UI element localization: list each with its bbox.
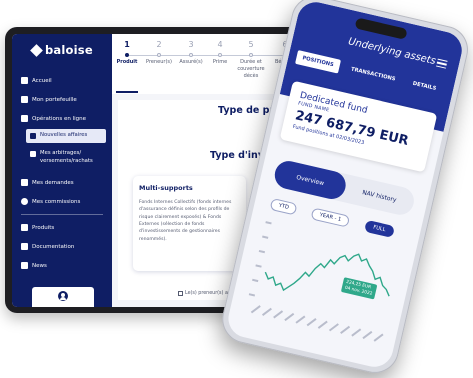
folder-icon (21, 224, 28, 231)
sidebar-item-label: Accueil (32, 77, 52, 84)
clock-icon (21, 198, 28, 205)
sidebar-item-label: Mes demandes (32, 179, 74, 186)
sidebar-item-commissions[interactable]: Mes commissions (21, 198, 80, 205)
multi-supports-card[interactable]: Multi-supports Fonds Internes Collectifs… (133, 176, 246, 271)
sidebar-item-news[interactable]: News (21, 262, 47, 269)
book-icon (21, 243, 28, 250)
card-description: Fonds Internes Collectifs (fonds interne… (139, 200, 232, 242)
step-dot (249, 53, 253, 57)
x-tick-label (373, 333, 384, 342)
user-icon (58, 291, 68, 301)
nav-series-line (264, 253, 390, 297)
screen-title: Underlying assets (347, 36, 437, 68)
x-tick-label (284, 312, 295, 322)
sidebar-item-label: Mes commissions (32, 198, 81, 205)
range-full-button[interactable]: FULL (364, 219, 395, 238)
x-tick-label (273, 310, 284, 319)
sidebar-item-online-operations[interactable]: Opérations en ligne (21, 115, 86, 122)
sidebar-item-label: Mes arbitrages/ versements/rachats (40, 150, 93, 164)
overview-button[interactable]: Overview (271, 158, 349, 202)
step-number: 4 (217, 40, 223, 49)
profile-button[interactable] (32, 287, 94, 307)
step-dot (189, 53, 193, 57)
sidebar-item-requests[interactable]: Mes demandes (21, 179, 74, 186)
clipboard-icon (21, 179, 28, 186)
step-label: Preneur(s) (146, 59, 172, 65)
logo-mark-icon (30, 43, 43, 57)
active-step-indicator (116, 91, 138, 93)
sidebar-item-label: Mon portefeuille (32, 96, 77, 103)
news-icon (21, 262, 28, 269)
step-number: 3 (188, 40, 194, 49)
transfer-icon (21, 115, 28, 122)
x-tick-label (306, 318, 317, 327)
card-title: Multi-supports (139, 184, 193, 192)
sidebar-divider (21, 214, 103, 215)
step-duration[interactable]: 5 Durée et couverture décès (234, 40, 268, 79)
tab-positions[interactable]: POSITIONS (295, 50, 341, 74)
step-label: Prime (212, 59, 228, 65)
x-tick-label (362, 330, 373, 340)
y-tick-label (258, 249, 266, 254)
y-tick-label (262, 235, 269, 239)
step-dot (125, 53, 129, 57)
step-label: Assuré(s) (179, 59, 203, 65)
phone-notch (354, 17, 408, 40)
range-year-button[interactable]: YEAR - 1 (310, 207, 351, 228)
x-tick-label (351, 328, 362, 337)
step-insured[interactable]: 3 Assuré(s) (176, 40, 206, 66)
y-tick-label (252, 278, 259, 283)
tab-transactions[interactable]: TRANSACTIONS (344, 61, 403, 88)
sidebar-item-label: Documentation (32, 243, 75, 250)
tab-details[interactable]: DETAILS (405, 75, 443, 97)
step-number: 1 (124, 40, 130, 49)
x-tick-label (295, 315, 306, 324)
nav-line-chart (248, 221, 390, 342)
brand-logo[interactable]: baloise (30, 43, 93, 57)
sidebar: baloise Accueil Mon portefeuille Opérati… (12, 34, 112, 307)
sidebar-item-label: Opérations en ligne (32, 115, 87, 122)
sidebar-item-arbitrages[interactable]: Mes arbitrages/ versements/rachats (26, 147, 106, 168)
step-number: 2 (156, 40, 162, 49)
brand-name: baloise (45, 43, 93, 57)
step-holders[interactable]: 2 Preneur(s) (144, 40, 174, 66)
sidebar-item-label: Produits (32, 224, 55, 231)
range-ytd-button[interactable]: YTD (269, 197, 298, 216)
sidebar-item-label: Nouvelles affaires (40, 132, 88, 138)
x-tick-label (261, 307, 272, 316)
sidebar-item-new-business[interactable]: Nouvelles affaires (26, 129, 106, 143)
menu-icon[interactable] (436, 58, 448, 69)
step-number: 5 (248, 40, 254, 49)
document-icon (30, 133, 36, 139)
consent-checkbox[interactable] (178, 291, 183, 296)
step-dot (157, 53, 161, 57)
wallet-icon (21, 96, 28, 103)
step-dot (218, 53, 222, 57)
sidebar-item-products[interactable]: Produits (21, 224, 54, 231)
nav-history-button[interactable]: NAV history (342, 175, 417, 218)
swap-icon (30, 151, 36, 157)
sidebar-item-documentation[interactable]: Documentation (21, 243, 74, 250)
y-tick-label (255, 264, 262, 268)
y-tick-label (265, 221, 272, 225)
step-premium[interactable]: 4 Prime (205, 40, 235, 66)
y-tick-label (248, 293, 256, 297)
x-tick-label (250, 305, 261, 314)
sidebar-item-portfolio[interactable]: Mon portefeuille (21, 96, 77, 103)
grid-icon (21, 77, 28, 84)
x-tick-label (328, 323, 339, 332)
x-tick-label (317, 320, 328, 329)
step-label: Durée et couverture décès (237, 59, 265, 79)
sidebar-item-label: News (32, 262, 47, 269)
step-label: Produit (116, 59, 138, 65)
step-product[interactable]: 1 Produit (112, 40, 142, 66)
x-tick-label (340, 325, 351, 334)
sidebar-item-home[interactable]: Accueil (21, 77, 52, 84)
